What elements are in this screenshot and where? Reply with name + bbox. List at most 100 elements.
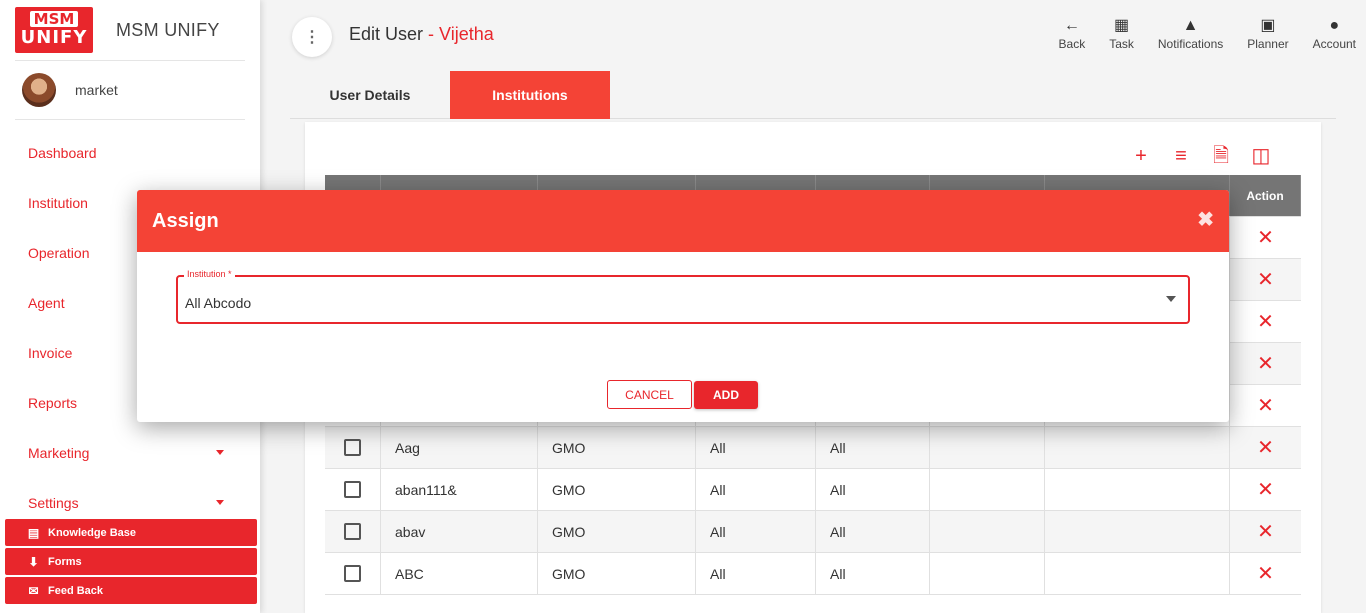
- remove-icon[interactable]: ✕: [1257, 519, 1274, 544]
- remove-icon[interactable]: ✕: [1257, 267, 1274, 292]
- export-xlsx-icon[interactable]: 🗎: [1201, 144, 1241, 168]
- forms-label: Forms: [48, 555, 82, 568]
- task-button[interactable]: ▦ Task: [1109, 15, 1134, 51]
- cell-name: abav: [381, 511, 538, 552]
- cell-scope2: All: [816, 469, 930, 510]
- logo[interactable]: MSM UNIFY: [15, 7, 93, 53]
- remove-icon[interactable]: ✕: [1257, 351, 1274, 376]
- table-row: abav GMO All All ✕: [325, 511, 1301, 553]
- forms-button[interactable]: ⬇ Forms: [5, 548, 257, 575]
- cell-scope: All: [696, 511, 816, 552]
- logo-top-text: MSM: [29, 11, 79, 27]
- feedback-icon: ✉: [28, 583, 39, 598]
- more-menu-button[interactable]: ⋮: [292, 17, 332, 57]
- sidebar-item-label: Invoice: [28, 345, 73, 361]
- close-icon[interactable]: ✖: [1197, 207, 1214, 232]
- tab-user-details[interactable]: User Details: [290, 71, 450, 119]
- avatar: [22, 73, 56, 107]
- dialog-header: Assign ✖: [137, 190, 1229, 252]
- back-label: Back: [1058, 37, 1086, 51]
- cell-type: GMO: [538, 427, 696, 468]
- bell-icon: ▲: [1182, 17, 1199, 34]
- cell-scope: All: [696, 553, 816, 594]
- sidebar-item-label: Institution: [28, 195, 88, 211]
- cell-scope: All: [696, 469, 816, 510]
- sidebar-item-label: Settings: [28, 495, 79, 511]
- sidebar-item-label: Marketing: [28, 445, 90, 461]
- account-label: Account: [1312, 37, 1356, 51]
- caret-down-icon: [216, 450, 224, 455]
- cell-scope: All: [696, 427, 816, 468]
- caret-down-icon: [216, 500, 224, 505]
- tab-institutions[interactable]: Institutions: [450, 71, 610, 119]
- institution-field-label: Institution *: [184, 269, 235, 279]
- planner-label: Planner: [1247, 37, 1289, 51]
- cell-type: GMO: [538, 469, 696, 510]
- action-header: Action: [1230, 175, 1301, 216]
- row-checkbox[interactable]: [344, 481, 361, 498]
- knowledge-base-label: Knowledge Base: [48, 526, 137, 539]
- account-button[interactable]: ● Account: [1313, 15, 1356, 51]
- page-title: Edit User - Vijetha: [349, 24, 494, 45]
- cell-scope2: All: [816, 511, 930, 552]
- row-checkbox[interactable]: [344, 565, 361, 582]
- cell-scope2: All: [816, 427, 930, 468]
- sidebar-item-label: Agent: [28, 295, 65, 311]
- user-name: market: [75, 82, 118, 98]
- brand-name: MSM UNIFY: [116, 19, 220, 40]
- back-button[interactable]: ← Back: [1059, 15, 1086, 51]
- table-row: ABC GMO All All ✕: [325, 553, 1301, 595]
- dialog-title: Assign: [152, 209, 219, 232]
- remove-icon[interactable]: ✕: [1257, 309, 1274, 334]
- institution-select[interactable]: Institution * All Abcodo: [176, 269, 1190, 324]
- tab-bar: User Details Institutions: [290, 71, 1336, 119]
- download-icon: ⬇: [28, 554, 39, 569]
- add-icon[interactable]: +: [1121, 144, 1161, 168]
- feedback-label: Feed Back: [48, 584, 104, 597]
- person-icon: ●: [1329, 17, 1340, 34]
- kebab-icon: ⋮: [304, 29, 320, 46]
- planner-button[interactable]: ▣ Planner: [1247, 15, 1288, 51]
- remove-icon[interactable]: ✕: [1257, 561, 1274, 586]
- header-actions: ← Back ▦ Task ▲ Notifications ▣ Planner ● Acc…: [1035, 15, 1356, 51]
- notifications-button[interactable]: ▲ Notifications: [1158, 15, 1223, 51]
- remove-icon[interactable]: ✕: [1257, 477, 1274, 502]
- cell-name: aban111&: [381, 469, 538, 510]
- sidebar-item-dashboard[interactable]: Dashboard: [0, 128, 260, 178]
- logo-bottom-text: UNIFY: [20, 27, 88, 48]
- remove-icon[interactable]: ✕: [1257, 393, 1274, 418]
- sidebar-item-label: Reports: [28, 395, 78, 411]
- cell-scope2: All: [816, 553, 930, 594]
- sidebar-item-marketing[interactable]: Marketing: [0, 428, 260, 478]
- institution-field-value: All Abcodo: [185, 295, 252, 311]
- user-profile[interactable]: market: [0, 61, 260, 119]
- task-label: Task: [1109, 37, 1134, 51]
- header: ⋮ Edit User - Vijetha ← Back ▦ Task ▲ Notif…: [290, 0, 1366, 70]
- table-toolbar: + ≡ 🗎 ◫: [1121, 144, 1281, 168]
- row-checkbox[interactable]: [344, 523, 361, 540]
- brand: MSM UNIFY MSM UNIFY: [0, 0, 260, 60]
- back-arrow-icon: ←: [1063, 17, 1080, 34]
- cancel-button[interactable]: CANCEL: [607, 380, 692, 409]
- cell-name: Aag: [381, 427, 538, 468]
- assign-dialog: Assign ✖ Institution * All Abcodo CANCEL…: [137, 190, 1229, 422]
- table-row: aban111& GMO All All ✕: [325, 469, 1301, 511]
- cell-type: GMO: [538, 511, 696, 552]
- calendar-icon: ▣: [1260, 17, 1276, 34]
- row-checkbox[interactable]: [344, 439, 361, 456]
- dropdown-caret-icon: [1166, 296, 1176, 302]
- sidebar-item-label: Dashboard: [28, 145, 97, 161]
- clipboard-icon: ▦: [1113, 17, 1130, 34]
- remove-icon[interactable]: ✕: [1257, 225, 1274, 250]
- column-settings-icon[interactable]: ◫: [1241, 144, 1281, 168]
- remove-icon[interactable]: ✕: [1257, 435, 1274, 460]
- divider: [15, 119, 245, 120]
- notifications-label: Notifications: [1157, 37, 1224, 51]
- cell-name: ABC: [381, 553, 538, 594]
- filter-icon[interactable]: ≡: [1161, 144, 1201, 168]
- add-button[interactable]: ADD: [694, 381, 758, 409]
- feedback-button[interactable]: ✉ Feed Back: [5, 577, 257, 604]
- book-icon: ▤: [27, 525, 40, 540]
- sidebar-item-label: Operation: [28, 245, 90, 261]
- knowledge-base-button[interactable]: ▤ Knowledge Base: [5, 519, 257, 546]
